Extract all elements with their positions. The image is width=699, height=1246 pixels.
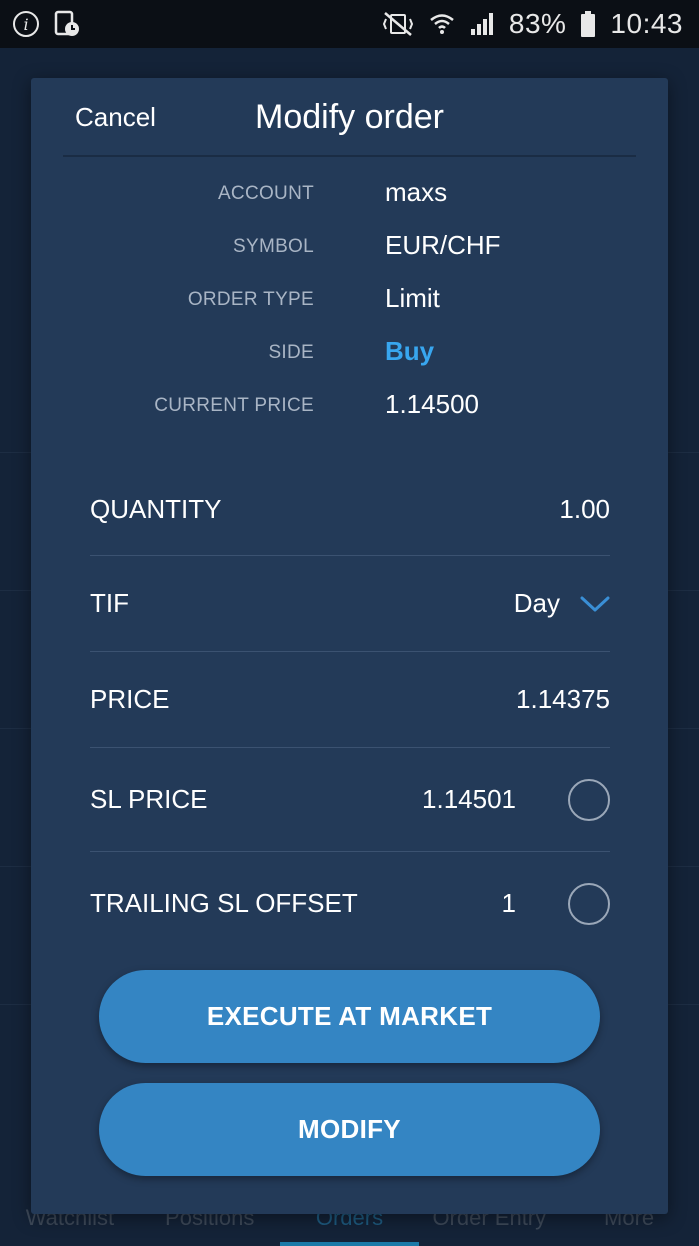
trailing-sl-radio[interactable] [568, 882, 610, 925]
dialog-header: Cancel Modify order [63, 78, 636, 157]
info-row-symbol: SYMBOL EUR/CHF [31, 230, 668, 270]
status-bar-left: i [12, 10, 80, 38]
status-time: 10:43 [610, 8, 683, 39]
battery-icon [580, 10, 596, 38]
order-type-value: Limit [385, 283, 440, 313]
vibrate-mute-icon [381, 11, 415, 37]
tif-field[interactable]: TIF Day [90, 555, 610, 651]
modify-order-dialog: Cancel Modify order ACCOUNT maxs SYMBOL … [31, 78, 668, 1214]
status-bar: i 83% 10:43 [0, 0, 699, 48]
phone-clock-icon [54, 10, 80, 38]
trailing-sl-field[interactable]: TRAILING SL OFFSET 1 [90, 851, 610, 955]
price-input[interactable]: 1.14375 [516, 684, 610, 715]
symbol-value: EUR/CHF [385, 230, 501, 260]
modify-button[interactable]: MODIFY [99, 1083, 600, 1176]
status-bar-right: 83% 10:43 [381, 8, 683, 40]
info-row-order-type: ORDER TYPE Limit [31, 283, 668, 323]
order-type-label: ORDER TYPE [187, 289, 314, 310]
account-value: maxs [385, 177, 448, 207]
tif-select[interactable]: Day [514, 588, 560, 619]
signal-icon [469, 11, 495, 37]
tif-label: TIF [90, 588, 129, 618]
info-row-current-price: CURRENT PRICE 1.14500 [31, 389, 668, 429]
svg-text:i: i [23, 15, 28, 34]
side-value: Buy [385, 336, 435, 366]
trailing-sl-label: TRAILING SL OFFSET [90, 888, 358, 918]
current-price-label: CURRENT PRICE [154, 395, 314, 416]
price-field[interactable]: PRICE 1.14375 [90, 651, 610, 747]
chevron-down-icon[interactable] [580, 595, 610, 613]
execute-at-market-button[interactable]: EXECUTE AT MARKET [99, 970, 600, 1063]
quantity-field[interactable]: QUANTITY 1.00 [90, 461, 610, 557]
quantity-input[interactable]: 1.00 [559, 494, 610, 525]
price-label: PRICE [90, 684, 170, 714]
trailing-sl-input[interactable]: 1 [502, 888, 516, 919]
info-icon: i [12, 10, 40, 38]
battery-percent: 83% [508, 8, 567, 39]
sl-price-label: SL PRICE [90, 784, 208, 814]
side-label: SIDE [268, 342, 314, 363]
info-row-side: SIDE Buy [31, 336, 668, 376]
current-price-value: 1.14500 [385, 389, 479, 419]
wifi-icon [429, 11, 455, 37]
symbol-label: SYMBOL [233, 236, 314, 257]
quantity-label: QUANTITY [90, 493, 222, 524]
sl-price-input[interactable]: 1.14501 [422, 784, 516, 815]
account-label: ACCOUNT [217, 183, 314, 204]
sl-price-radio[interactable] [568, 778, 610, 821]
dialog-title: Modify order [255, 98, 444, 136]
info-row-account: ACCOUNT maxs [31, 177, 668, 217]
sl-price-field[interactable]: SL PRICE 1.14501 [90, 747, 610, 851]
